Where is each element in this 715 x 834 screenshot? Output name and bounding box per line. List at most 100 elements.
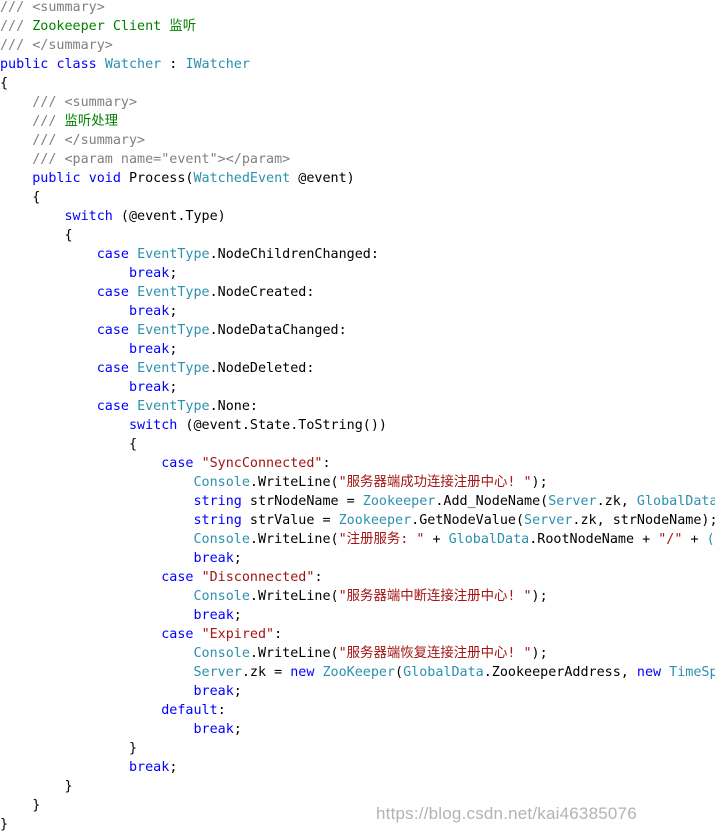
code-line: switch (@event.Type) (0, 207, 226, 226)
code-line: case EventType.None: (0, 397, 258, 416)
code-editor[interactable]: /// <summary>/// Zookeeper Client 监听/// … (0, 0, 715, 834)
code-token-plain: ; (169, 342, 178, 357)
code-token-plain: : (217, 703, 226, 718)
code-token-type: Console (193, 646, 250, 661)
code-token-doc: /// <summary> (32, 95, 138, 110)
code-token-keyword: string (193, 513, 242, 528)
code-token-type: GlobalData (636, 494, 715, 509)
code-token-plain: } (0, 779, 73, 794)
code-token-plain: ; (169, 760, 178, 775)
code-token-plain: + (424, 532, 449, 547)
code-token-doc: /// <summary> (0, 0, 105, 15)
code-token-keyword: break (193, 722, 234, 737)
code-line: string strValue = Zookeeper.GetNodeValue… (0, 511, 715, 530)
code-line: } (0, 796, 40, 815)
code-token-keyword: public (0, 57, 49, 72)
code-line: Console.WriteLine("服务器端成功连接注册中心! "); (0, 473, 547, 492)
code-line: break; (0, 340, 177, 359)
code-token-plain: (@event.State.ToString()) (177, 418, 387, 433)
code-line: Server.zk = new ZooKeeper(GlobalData.Zoo… (0, 663, 715, 682)
code-line: /// Zookeeper Client 监听 (0, 17, 196, 36)
code-token-type: GlobalData (403, 665, 484, 680)
code-token-plain: Process( (120, 171, 194, 186)
code-token-plain: .NodeChildrenChanged: (209, 247, 379, 262)
code-token-string: "服务器端成功连接注册中心! " (338, 475, 532, 490)
code-token-keyword: switch (64, 209, 113, 224)
code-token-keyword: new (636, 665, 662, 680)
code-token-keyword: string (193, 494, 242, 509)
code-token-plain: .zk = (241, 665, 291, 680)
code-token-keyword: switch (129, 418, 178, 433)
code-token-plain: ); (531, 646, 548, 661)
code-line: break; (0, 549, 242, 568)
code-token-string: "服务器端恢复连接注册中心! " (338, 646, 532, 661)
code-token-type: Watcher (104, 57, 162, 72)
code-line: case EventType.NodeChildrenChanged: (0, 245, 379, 264)
code-line: case "Disconnected": (0, 568, 323, 587)
code-token-type: WatchedEvent (193, 171, 291, 186)
code-token-keyword: case (161, 570, 194, 585)
code-token-doc: /// <param name="event"></param> (32, 152, 291, 167)
code-token-plain: : (314, 570, 323, 585)
code-token-plain: .zk, strNodeName); (572, 513, 715, 528)
code-token-plain: : (274, 627, 283, 642)
code-token-plain: ; (169, 266, 178, 281)
code-line: /// <summary> (0, 0, 105, 17)
code-line: /// </summary> (0, 36, 113, 55)
code-token-doc: /// </summary> (32, 133, 146, 148)
code-token-keyword: class (56, 57, 97, 72)
code-token-type: Server (548, 494, 597, 509)
code-line: case "Expired": (0, 625, 282, 644)
code-token-type: Console (193, 589, 250, 604)
code-token-type: TimeSp (669, 665, 715, 680)
code-token-plain: .WriteLine( (249, 589, 339, 604)
code-token-type: Console (193, 475, 250, 490)
code-line: /// <param name="event"></param> (0, 150, 290, 169)
code-token-keyword: break (129, 342, 170, 357)
code-line: { (0, 435, 137, 454)
code-token-type: ( (706, 532, 715, 547)
code-line: { (0, 188, 40, 207)
code-token-plain: ; (233, 551, 242, 566)
code-token-plain: .Add_NodeName( (435, 494, 549, 509)
csdn-watermark: https://blog.csdn.net/kai46385076 (376, 804, 637, 823)
code-token-plain: : (161, 57, 186, 72)
code-token-plain: } (0, 798, 41, 813)
code-token-plain: .None: (209, 399, 258, 414)
code-line: /// </summary> (0, 131, 145, 150)
code-token-keyword: case (96, 323, 129, 338)
code-token-plain: .ZookeeperAddress, (483, 665, 637, 680)
code-token-type: EventType (137, 285, 210, 300)
code-token-keyword: break (193, 608, 234, 623)
code-line: break; (0, 758, 177, 777)
code-token-plain: ; (233, 684, 242, 699)
code-token-plain: } (0, 741, 138, 756)
code-token-plain: .GetNodeValue( (411, 513, 525, 528)
code-token-keyword: case (96, 361, 129, 376)
code-line: break; (0, 264, 177, 283)
code-token-type: EventType (137, 323, 210, 338)
code-token-plain: .WriteLine( (249, 646, 339, 661)
code-token-type: EventType (137, 361, 210, 376)
code-token-keyword: public (32, 171, 81, 186)
code-token-plain: (@event.Type) (112, 209, 226, 224)
code-line: break; (0, 720, 241, 739)
code-token-plain: } (0, 817, 9, 832)
